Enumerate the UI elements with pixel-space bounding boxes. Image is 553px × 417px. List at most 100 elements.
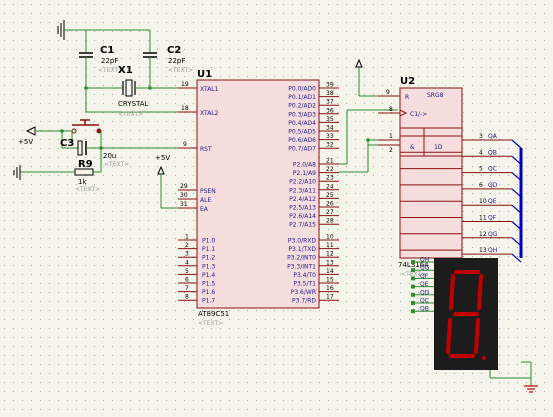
u2-output-name: QG — [488, 231, 498, 238]
u2-output-num: 13 — [479, 247, 487, 254]
u1-port3-pins: P3.0/RXD 10 P3.1/TXD 11 P3.2/INT0 12 P3.3/INT1… — [287, 234, 339, 305]
u2-d1-label: 1D — [434, 144, 443, 151]
u1-p0-pin-num: 36 — [326, 107, 334, 114]
u2-output-name: QF — [488, 215, 497, 222]
display-pin-pad — [411, 260, 415, 264]
u1-p1-pin-num: 7 — [185, 285, 189, 292]
u1-pin-ale-num: 30 — [180, 192, 188, 199]
c1-value: 22pF — [101, 57, 118, 65]
u1-p2-pin-name: P2.7/A15 — [289, 222, 316, 229]
u1-p3-pin-num: 11 — [326, 242, 334, 249]
display-pin-pad — [411, 268, 415, 273]
u1-part: AT89C51 — [198, 310, 229, 318]
u1-p2-pin-num: 25 — [326, 192, 334, 199]
r9-text: <TEXT> — [75, 186, 100, 193]
display-pin-pad — [411, 292, 415, 297]
u2-output-name: QA — [488, 133, 498, 140]
vcc-label-ea: +5V — [155, 154, 170, 162]
u1-p1-pin-name: P1.5 — [202, 281, 215, 288]
u2-output-name: QD — [488, 182, 498, 189]
u1-p2-pin-name: P2.5/A13 — [289, 205, 316, 212]
u1-p0-pin-num: 32 — [326, 142, 334, 149]
u1-p3-pin-name: P3.5/T1 — [293, 281, 316, 288]
u2-output-num: 4 — [479, 149, 483, 156]
x1-text: <TEXT> — [118, 111, 143, 118]
u1-p0-pin-name: P0.0/AD0 — [288, 86, 316, 93]
display-pin-pad — [411, 301, 415, 305]
u2-pin-r-num: 9 — [386, 89, 390, 96]
u1-pin-xtal2-num: 18 — [181, 105, 189, 112]
u1-p2-pin-name: P2.6/A14 — [289, 213, 316, 220]
display-pin-name: QD — [420, 289, 430, 296]
x1-label: X1 — [118, 65, 133, 76]
segment-dp — [482, 356, 486, 360]
u1-p1-pin-num: 6 — [185, 277, 189, 284]
display-pin-name: QG — [420, 265, 430, 272]
u1-p0-pin-name: P0.1/AD1 — [288, 94, 316, 101]
display-pin-name: QH — [420, 257, 429, 264]
u1-p1-pin-name: P1.3 — [202, 263, 215, 270]
u1-p3-pin-num: 10 — [326, 234, 334, 241]
segment-e — [446, 318, 452, 354]
u1-p1-pin-name: P1.4 — [202, 272, 215, 279]
u1-pin-ale: ALE — [200, 197, 211, 204]
u1-p2-pin-name: P2.2/A10 — [289, 179, 316, 186]
u2-output-name: QE — [488, 198, 497, 205]
u1-p3-pin-num: 15 — [326, 277, 334, 284]
segment-c — [474, 318, 480, 354]
u2-output-num: 3 — [479, 133, 483, 140]
u1-pin-psen: PSEN — [200, 188, 216, 195]
c2-text: <TEXT> — [168, 67, 193, 74]
u1-p2-pin-num: 23 — [326, 175, 334, 182]
u1-p0-pin-num: 39 — [326, 82, 334, 89]
u1-pin-rst: RST — [200, 146, 212, 153]
display-pin-pad — [411, 284, 415, 289]
u1-p2-pin-num: 26 — [326, 201, 334, 208]
u1-p1-pin-name: P1.0 — [202, 238, 215, 245]
u2-output-name: QH — [488, 247, 497, 254]
u1-p1-pin-num: 3 — [185, 251, 189, 258]
u1-p1-pin-name: P1.7 — [202, 298, 215, 305]
r9-label: R9 — [78, 159, 93, 170]
u2-output-num: 12 — [479, 231, 487, 238]
u1-p1-pin-num: 8 — [185, 294, 189, 301]
c2-label: C2 — [167, 45, 181, 56]
u1-p2-pin-num: 22 — [326, 166, 334, 173]
u1-p0-pin-num: 35 — [326, 116, 334, 123]
u1-p0-pin-num: 38 — [326, 90, 334, 97]
u2-amp-label: & — [410, 144, 415, 151]
u2-pin-a-num: 1 — [389, 133, 393, 140]
ic-u1-at89c51[interactable]: U1 AT89C51 <TEXT> 19 XTAL1 18 XTAL2 9 RS… — [178, 69, 339, 327]
u1-p0-pin-name: P0.7/AD7 — [288, 146, 316, 153]
u1-p2-pin-name: P2.4/A12 — [289, 196, 316, 203]
u1-p0-pin-name: P0.4/AD4 — [288, 120, 316, 127]
u1-p0-pin-num: 34 — [326, 125, 334, 132]
u1-p3-pin-num: 13 — [326, 259, 334, 266]
u2-label: U2 — [400, 76, 415, 87]
u1-p0-pin-name: P0.6/AD6 — [288, 137, 316, 144]
u2-srg-label: SRG8 — [427, 92, 444, 99]
segment-b — [477, 274, 483, 310]
u2-r-label: R — [405, 94, 409, 101]
u1-p0-pin-name: P0.5/AD5 — [288, 129, 316, 136]
u1-port2-pins: P2.0/A8 21 P2.1/A9 22 P2.2/A10 23 P2.3/A11 24 P2… — [289, 158, 339, 229]
u1-pin-xtal2: XTAL2 — [200, 110, 219, 117]
u1-p2-pin-name: P2.3/A11 — [289, 187, 316, 194]
u1-p3-pin-name: P3.3/INT1 — [287, 263, 316, 270]
display-pin-pad — [411, 309, 415, 314]
u1-p3-pin-name: P3.7/RD — [292, 298, 316, 305]
u1-p0-pin-name: P0.3/AD3 — [288, 111, 316, 118]
display-pin-name: QF — [420, 273, 429, 280]
u1-p3-pin-name: P3.0/RXD — [288, 238, 316, 245]
u2-pin-b-num: 2 — [389, 147, 393, 154]
u1-p3-pin-num: 16 — [326, 285, 334, 292]
u1-p1-pin-num: 1 — [185, 234, 189, 241]
u1-pin-xtal1-num: 19 — [181, 81, 189, 88]
u1-p2-pin-num: 24 — [326, 183, 334, 190]
u1-p2-pin-name: P2.1/A9 — [293, 170, 316, 177]
u1-p3-pin-num: 14 — [326, 268, 334, 275]
u1-p0-pin-num: 37 — [326, 99, 334, 106]
u1-p2-pin-num: 21 — [326, 158, 334, 165]
u1-label: U1 — [197, 69, 212, 80]
u1-p2-pin-num: 28 — [326, 218, 334, 225]
